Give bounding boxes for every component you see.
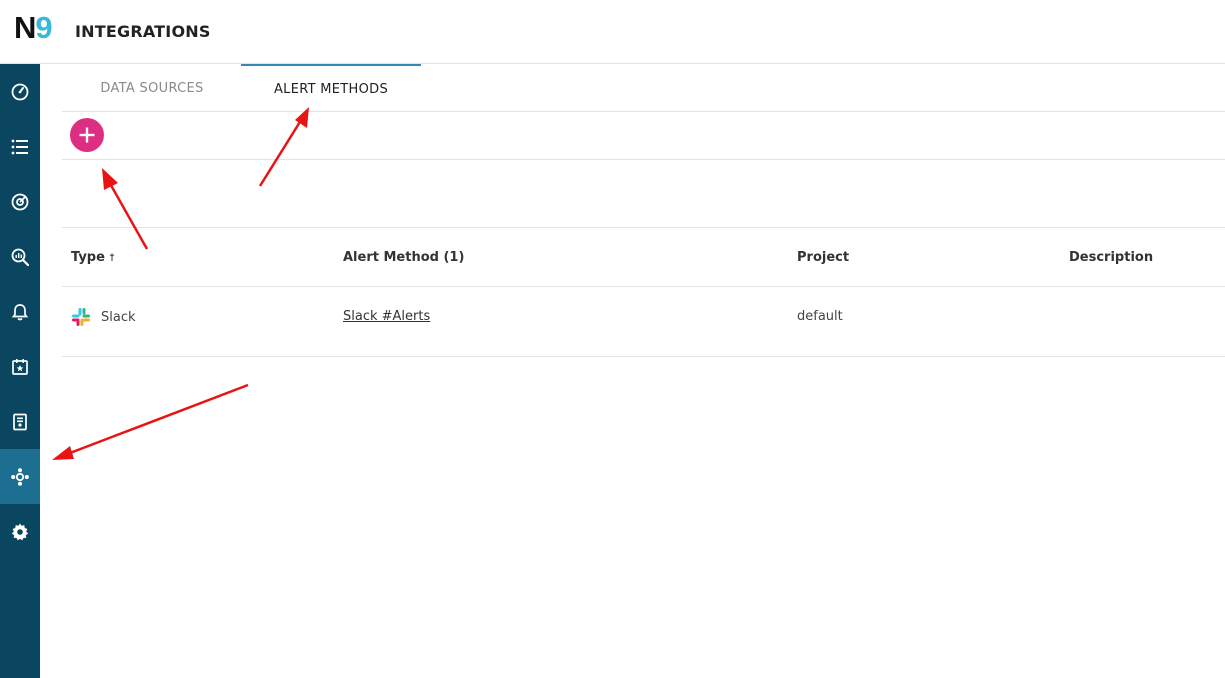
calendar-star-icon bbox=[12, 358, 28, 375]
sidebar-item-list[interactable] bbox=[0, 119, 40, 174]
integrations-icon bbox=[11, 467, 29, 486]
sidebar-item-settings[interactable] bbox=[0, 504, 40, 559]
table-row: Slack Slack #Alerts default bbox=[62, 287, 1225, 357]
bell-icon bbox=[11, 303, 29, 320]
sort-ascending-icon: ↑ bbox=[107, 253, 117, 264]
gear-icon bbox=[11, 523, 29, 540]
type-label: Slack bbox=[101, 309, 136, 325]
sidebar bbox=[0, 64, 40, 678]
arrow-to-integrations-nav bbox=[52, 383, 249, 460]
column-header-project[interactable]: Project bbox=[797, 250, 849, 265]
target-icon bbox=[11, 193, 29, 210]
top-bar: N9 INTEGRATIONS bbox=[0, 0, 1225, 64]
tab-bar: DATA SOURCES ALERT METHODS bbox=[62, 64, 1225, 112]
report-icon bbox=[13, 413, 27, 430]
alert-method-link[interactable]: Slack #Alerts bbox=[343, 309, 430, 324]
type-cell: Slack bbox=[71, 307, 136, 327]
sidebar-item-reports[interactable] bbox=[0, 394, 40, 449]
gauge-icon bbox=[11, 83, 29, 100]
sidebar-item-dashboard[interactable] bbox=[0, 64, 40, 119]
sidebar-item-integrations[interactable] bbox=[0, 449, 40, 504]
column-header-type-label: Type bbox=[71, 250, 105, 265]
tab-alert-methods[interactable]: ALERT METHODS bbox=[241, 64, 421, 112]
toolbar bbox=[62, 112, 1225, 160]
tab-data-sources[interactable]: DATA SOURCES bbox=[62, 64, 242, 112]
plus-icon bbox=[79, 127, 95, 143]
slack-icon bbox=[72, 308, 90, 326]
nobl9-logo[interactable]: N9 bbox=[14, 10, 53, 45]
logo-number: 9 bbox=[35, 10, 52, 45]
alert-methods-table: Type ↑ Alert Method (1) Project Descripti… bbox=[62, 227, 1225, 357]
project-cell: default bbox=[797, 309, 843, 324]
search-chart-icon bbox=[11, 248, 30, 266]
table-header: Type ↑ Alert Method (1) Project Descripti… bbox=[62, 227, 1225, 287]
column-header-description[interactable]: Description bbox=[1069, 250, 1153, 265]
list-icon bbox=[11, 139, 28, 154]
sidebar-item-slo[interactable] bbox=[0, 174, 40, 229]
sidebar-item-explore[interactable] bbox=[0, 229, 40, 284]
column-header-alert-method[interactable]: Alert Method (1) bbox=[343, 250, 464, 265]
sidebar-item-calendar[interactable] bbox=[0, 339, 40, 394]
sidebar-item-alerts[interactable] bbox=[0, 284, 40, 339]
add-alert-method-button[interactable] bbox=[70, 118, 104, 152]
column-header-type[interactable]: Type ↑ bbox=[71, 250, 116, 265]
page-title: INTEGRATIONS bbox=[75, 22, 211, 41]
logo-letter: N bbox=[14, 10, 36, 45]
